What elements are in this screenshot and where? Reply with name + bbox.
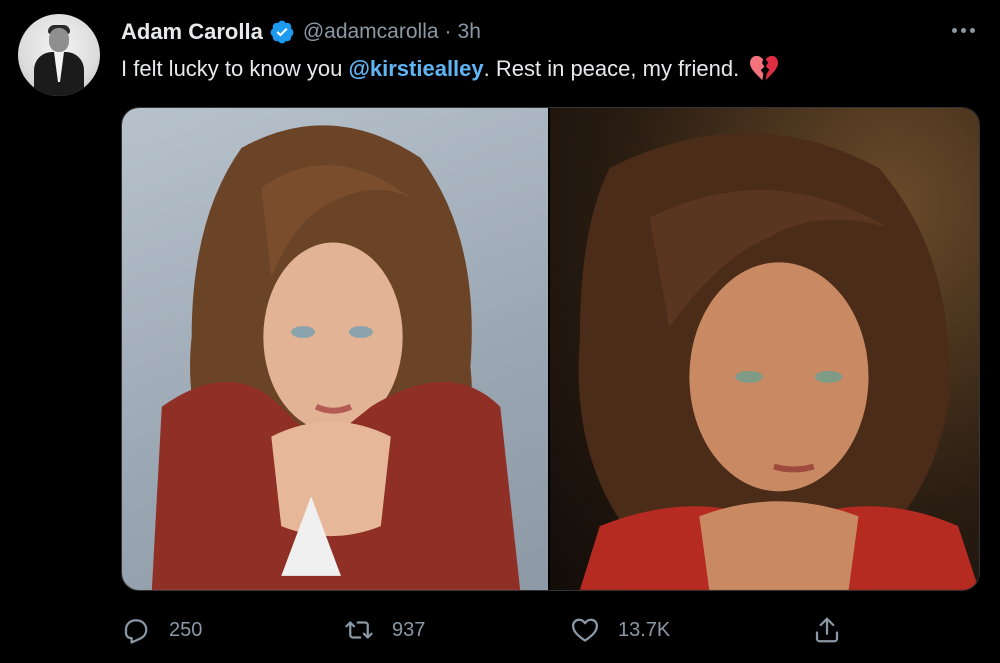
avatar-head bbox=[49, 28, 69, 52]
like-count: 13.7K bbox=[618, 618, 671, 641]
photo-right[interactable] bbox=[550, 108, 979, 590]
heart-icon bbox=[572, 618, 598, 642]
verified-badge-icon bbox=[270, 20, 294, 44]
more-dot bbox=[969, 27, 975, 33]
separator-dot: · bbox=[444, 20, 452, 43]
tweet-text-after: . Rest in peace, my friend. bbox=[483, 56, 740, 81]
retweet-icon bbox=[345, 621, 373, 639]
tweet-text-before: I felt lucky to know you bbox=[121, 56, 349, 81]
mention-link[interactable]: @kirstiealley bbox=[348, 56, 483, 82]
tweet-header: Adam Carolla @adamcarolla · 3h bbox=[121, 17, 481, 47]
tweet-timestamp[interactable]: 3h bbox=[458, 20, 481, 44]
tweet-media[interactable] bbox=[121, 107, 980, 591]
more-dot bbox=[960, 27, 966, 33]
author-name[interactable]: Adam Carolla bbox=[121, 19, 263, 45]
photo-left[interactable] bbox=[122, 108, 548, 590]
portrait-right-graphic bbox=[578, 133, 979, 590]
retweet-button[interactable]: 937 bbox=[344, 610, 425, 650]
share-button[interactable] bbox=[812, 610, 860, 650]
reply-count: 250 bbox=[169, 618, 203, 641]
like-button[interactable]: 13.7K bbox=[570, 610, 670, 650]
author-handle[interactable]: @adamcarolla bbox=[303, 20, 439, 44]
share-icon bbox=[815, 617, 839, 643]
broken-heart-icon bbox=[750, 55, 779, 81]
more-options-icon[interactable] bbox=[948, 18, 978, 42]
portrait-left-graphic bbox=[151, 125, 521, 590]
tweet-actions: 250 937 13.7K bbox=[0, 610, 1000, 650]
reply-button[interactable]: 250 bbox=[121, 610, 202, 650]
more-dot bbox=[951, 27, 957, 33]
author-avatar[interactable] bbox=[18, 14, 100, 96]
reply-icon bbox=[124, 619, 148, 644]
tweet-text: I felt lucky to know you @kirstiealley .… bbox=[121, 55, 779, 83]
retweet-count: 937 bbox=[392, 618, 426, 641]
